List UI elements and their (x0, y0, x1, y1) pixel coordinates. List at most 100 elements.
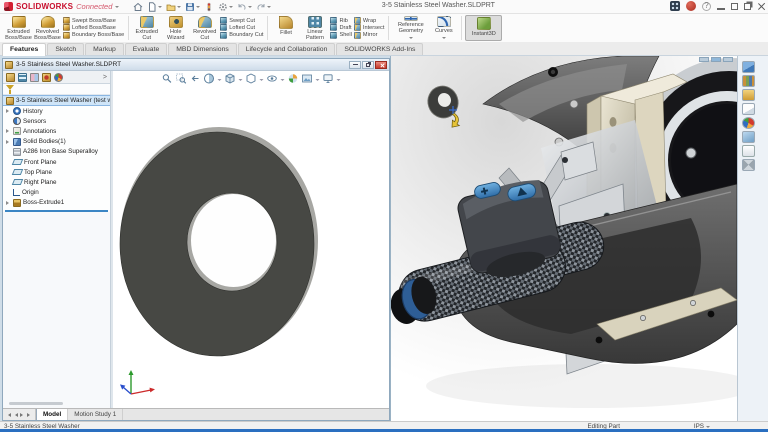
tree-root-item[interactable]: 3-5 Stainless Steel Washer (test washer) (3, 95, 110, 106)
wrap-button[interactable]: Wrap (354, 17, 384, 24)
scroll-left-icon[interactable] (13, 413, 18, 417)
washer-model[interactable] (113, 71, 389, 408)
model-tab[interactable]: Model (36, 409, 68, 420)
rollback-bar[interactable] (5, 210, 108, 212)
home-button[interactable] (133, 2, 143, 12)
boundary-boss-base-button[interactable]: Boundary Boss/Base (63, 32, 124, 39)
solidworks-resources-icon[interactable] (742, 61, 755, 73)
settings-icon[interactable] (742, 159, 755, 171)
toolbar-dropdown-icon[interactable] (218, 79, 222, 83)
part-minimize-button[interactable] (349, 61, 361, 69)
toolbar-dropdown-icon[interactable] (337, 79, 341, 83)
scroll-right-icon[interactable] (20, 413, 25, 417)
configurationmanager-tab-icon[interactable] (30, 73, 39, 82)
tree-item-boss-extrude[interactable]: Boss-Extrude1 (3, 198, 110, 208)
tab-mbd-dimensions[interactable]: MBD Dimensions (168, 43, 237, 55)
toolbar-dropdown-icon[interactable] (316, 79, 320, 83)
part-restore-button[interactable] (362, 61, 374, 69)
lofted-cut-button[interactable]: Lofted Cut (220, 24, 263, 31)
close-button[interactable] (757, 2, 766, 11)
assembly-minimize-button[interactable] (699, 57, 709, 62)
tree-horizontal-scrollbar[interactable] (9, 402, 63, 405)
toolbar-dropdown-icon[interactable] (281, 79, 285, 83)
restore-button[interactable] (744, 3, 751, 10)
curves-button[interactable]: Curves (429, 15, 458, 41)
open-dropdown-icon[interactable] (177, 6, 181, 10)
save-dropdown-icon[interactable] (196, 6, 200, 10)
apply-scene-icon[interactable] (302, 73, 313, 84)
section-view-icon[interactable] (204, 73, 215, 84)
assembly-model[interactable] (391, 56, 737, 421)
design-library-icon[interactable] (742, 75, 755, 87)
extruded-boss-base-button[interactable]: Extruded Boss/Base (4, 15, 33, 41)
file-explorer-icon[interactable] (742, 89, 755, 101)
tree-item-material[interactable]: A286 Iron Base Superalloy (3, 147, 110, 157)
redo-dropdown-icon[interactable] (267, 6, 271, 10)
reference-geometry-button[interactable]: Reference Geometry (392, 15, 429, 41)
featuremanager-tab-icon[interactable] (6, 73, 15, 82)
fillet-button[interactable]: Fillet (271, 15, 300, 41)
tree-item-right-plane[interactable]: Right Plane (3, 177, 110, 187)
lofted-boss-base-button[interactable]: Lofted Boss/Base (63, 24, 124, 31)
apps-grid-icon[interactable] (670, 1, 680, 11)
brand-expand-icon[interactable] (115, 6, 119, 10)
displaymanager-tab-icon[interactable] (54, 73, 63, 82)
hole-wizard-button[interactable]: Hole Wizard (161, 15, 190, 41)
intersect-button[interactable]: Intersect (354, 24, 384, 31)
tab-markup[interactable]: Markup (85, 43, 124, 55)
scroll-first-icon[interactable] (6, 413, 11, 417)
display-style-icon[interactable] (246, 73, 257, 84)
extruded-cut-button[interactable]: Extruded Cut (132, 15, 161, 41)
redo-button[interactable] (256, 2, 271, 12)
tab-solidworks-addins[interactable]: SOLIDWORKS Add-Ins (336, 43, 423, 55)
tree-filter-row[interactable] (3, 84, 110, 95)
user-avatar[interactable] (686, 1, 696, 11)
appearances-scenes-icon[interactable] (742, 117, 755, 129)
assembly-close-button[interactable] (723, 57, 733, 62)
curves-dropdown-icon[interactable] (442, 37, 446, 41)
manager-tabs-overflow-icon[interactable]: > (103, 74, 107, 81)
edit-appearance-icon[interactable] (288, 73, 299, 84)
view-palette-icon[interactable] (742, 103, 755, 115)
instant3d-button[interactable]: Instant3D (465, 15, 502, 41)
view-orientation-icon[interactable] (225, 73, 236, 84)
options-dropdown-icon[interactable] (229, 6, 233, 10)
tree-item-history[interactable]: History (3, 106, 110, 116)
dimxpertmanager-tab-icon[interactable] (42, 73, 51, 82)
tab-sketch[interactable]: Sketch (47, 43, 84, 55)
lifecycle-button[interactable] (204, 2, 214, 12)
zoom-to-area-icon[interactable] (176, 73, 187, 84)
help-button[interactable]: ? (702, 2, 711, 11)
tree-item-top-plane[interactable]: Top Plane (3, 167, 110, 177)
undo-dropdown-icon[interactable] (248, 6, 252, 10)
previous-view-icon[interactable] (190, 73, 201, 84)
scroll-last-icon[interactable] (27, 413, 32, 417)
zoom-to-fit-icon[interactable] (162, 73, 173, 84)
revolved-boss-base-button[interactable]: Revolved Boss/Base (33, 15, 62, 41)
propertymanager-tab-icon[interactable] (18, 73, 27, 82)
part-window-titlebar[interactable]: 3-5 Stainless Steel Washer.SLDPRT (3, 59, 389, 71)
rib-button[interactable]: Rib (330, 17, 351, 24)
expand-icon[interactable] (6, 109, 11, 113)
tree-item-annotations[interactable]: Annotations (3, 126, 110, 136)
part-close-button[interactable] (375, 61, 387, 69)
save-button[interactable] (185, 2, 200, 12)
expand-icon[interactable] (6, 140, 11, 144)
new-document-button[interactable] (147, 2, 162, 12)
assembly-document-window[interactable] (390, 56, 737, 421)
tab-evaluate[interactable]: Evaluate (125, 43, 167, 55)
tree-item-origin[interactable]: Origin (3, 188, 110, 198)
tree-item-front-plane[interactable]: Front Plane (3, 157, 110, 167)
tab-scroll-buttons[interactable] (3, 409, 36, 420)
boundary-cut-button[interactable]: Boundary Cut (220, 32, 263, 39)
minimize-button[interactable] (717, 8, 725, 10)
swept-boss-base-button[interactable]: Swept Boss/Base (63, 17, 124, 24)
assembly-restore-button[interactable] (711, 57, 721, 62)
custom-properties-icon[interactable] (742, 131, 755, 143)
open-button[interactable] (166, 2, 181, 12)
shell-button[interactable]: Shell (330, 32, 351, 39)
options-button[interactable] (218, 2, 233, 12)
linear-pattern-button[interactable]: Linear Pattern (300, 15, 329, 41)
expand-icon[interactable] (6, 201, 11, 205)
part-graphics-viewport[interactable] (113, 71, 389, 408)
